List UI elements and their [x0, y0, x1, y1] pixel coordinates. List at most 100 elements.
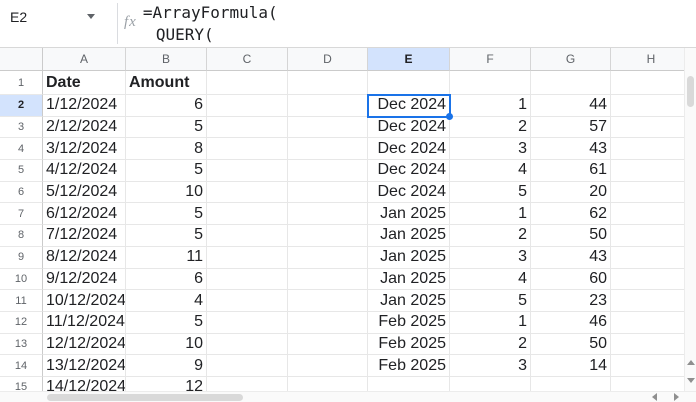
cell-H9[interactable]	[611, 246, 692, 269]
cell-H13[interactable]	[611, 333, 692, 356]
cell-D2[interactable]	[288, 95, 368, 117]
cell-B10[interactable]: 6	[126, 268, 207, 291]
cell-B11[interactable]: 4	[126, 290, 207, 312]
cell-G9[interactable]: 43	[531, 246, 611, 269]
row-header-4[interactable]: 4	[0, 138, 43, 161]
cell-B4[interactable]: 8	[126, 138, 207, 161]
cell-B14[interactable]: 9	[126, 355, 207, 377]
cell-G10[interactable]: 60	[531, 268, 611, 291]
cell-H12[interactable]	[611, 311, 692, 334]
cell-F12[interactable]: 1	[450, 311, 531, 334]
cell-C7[interactable]	[207, 203, 288, 226]
cell-E8[interactable]: Jan 2025	[368, 225, 450, 247]
row-header-5[interactable]: 5	[0, 160, 43, 182]
cell-D11[interactable]	[288, 290, 368, 312]
cell-C8[interactable]	[207, 225, 288, 247]
cell-F1[interactable]	[450, 71, 531, 95]
column-header-G[interactable]: G	[531, 48, 611, 71]
cell-E14[interactable]: Feb 2025	[368, 355, 450, 377]
cell-F3[interactable]: 2	[450, 116, 531, 139]
cell-G4[interactable]: 43	[531, 138, 611, 161]
cell-H7[interactable]	[611, 203, 692, 226]
cell-C12[interactable]	[207, 311, 288, 334]
cell-E9[interactable]: Jan 2025	[368, 246, 450, 269]
cell-A8[interactable]: 7/12/2024	[43, 225, 126, 247]
cell-E1[interactable]	[368, 71, 450, 95]
cell-H8[interactable]	[611, 225, 692, 247]
cell-C4[interactable]	[207, 138, 288, 161]
column-header-B[interactable]: B	[126, 48, 207, 71]
cell-A14[interactable]: 13/12/2024	[43, 355, 126, 377]
cell-D9[interactable]	[288, 246, 368, 269]
cell-G8[interactable]: 50	[531, 225, 611, 247]
cell-D7[interactable]	[288, 203, 368, 226]
column-header-E[interactable]: E	[368, 48, 450, 71]
cell-F6[interactable]: 5	[450, 181, 531, 204]
cell-A5[interactable]: 4/12/2024	[43, 160, 126, 182]
cell-A7[interactable]: 6/12/2024	[43, 203, 126, 226]
column-header-C[interactable]: C	[207, 48, 288, 71]
cell-B5[interactable]: 5	[126, 160, 207, 182]
scroll-left-icon[interactable]	[652, 393, 657, 401]
cell-G11[interactable]: 23	[531, 290, 611, 312]
fill-handle[interactable]	[446, 113, 453, 120]
cell-H3[interactable]	[611, 116, 692, 139]
cell-A9[interactable]: 8/12/2024	[43, 246, 126, 269]
row-header-7[interactable]: 7	[0, 203, 43, 226]
cell-E13[interactable]: Feb 2025	[368, 333, 450, 356]
row-header-13[interactable]: 13	[0, 333, 43, 356]
cell-B7[interactable]: 5	[126, 203, 207, 226]
cell-D5[interactable]	[288, 160, 368, 182]
cell-B13[interactable]: 10	[126, 333, 207, 356]
cell-D4[interactable]	[288, 138, 368, 161]
cell-D8[interactable]	[288, 225, 368, 247]
row-header-2[interactable]: 2	[0, 95, 43, 117]
cell-E11[interactable]: Jan 2025	[368, 290, 450, 312]
cell-F10[interactable]: 4	[450, 268, 531, 291]
scroll-down-icon[interactable]	[687, 378, 695, 383]
cell-H11[interactable]	[611, 290, 692, 312]
cell-B9[interactable]: 11	[126, 246, 207, 269]
cell-G2[interactable]: 44	[531, 95, 611, 117]
scroll-right-icon[interactable]	[674, 393, 679, 401]
cell-H1[interactable]	[611, 71, 692, 95]
cell-H6[interactable]	[611, 181, 692, 204]
cell-F4[interactable]: 3	[450, 138, 531, 161]
scroll-up-icon[interactable]	[687, 360, 695, 365]
cell-C6[interactable]	[207, 181, 288, 204]
row-header-14[interactable]: 14	[0, 355, 43, 377]
cell-D6[interactable]	[288, 181, 368, 204]
cell-D14[interactable]	[288, 355, 368, 377]
formula-input[interactable]: =ArrayFormula( QUERY(	[143, 0, 696, 47]
cell-E7[interactable]: Jan 2025	[368, 203, 450, 226]
cell-F14[interactable]: 3	[450, 355, 531, 377]
cell-F2[interactable]: 1	[450, 95, 531, 117]
cell-C9[interactable]	[207, 246, 288, 269]
cell-E6[interactable]: Dec 2024	[368, 181, 450, 204]
cell-A6[interactable]: 5/12/2024	[43, 181, 126, 204]
cell-F11[interactable]: 5	[450, 290, 531, 312]
cell-G7[interactable]: 62	[531, 203, 611, 226]
row-header-9[interactable]: 9	[0, 246, 43, 269]
vertical-scrollbar[interactable]	[684, 48, 696, 391]
name-box[interactable]: E2	[0, 0, 117, 47]
row-header-3[interactable]: 3	[0, 116, 43, 139]
cell-E5[interactable]: Dec 2024	[368, 160, 450, 182]
cell-H10[interactable]	[611, 268, 692, 291]
cell-G13[interactable]: 50	[531, 333, 611, 356]
cell-A11[interactable]: 10/12/2024	[43, 290, 126, 312]
row-header-8[interactable]: 8	[0, 225, 43, 247]
cell-H2[interactable]	[611, 95, 692, 117]
cell-A1[interactable]: Date	[43, 71, 126, 95]
row-header-10[interactable]: 10	[0, 268, 43, 291]
cell-C10[interactable]	[207, 268, 288, 291]
horizontal-scrollbar-thumb[interactable]	[47, 394, 243, 401]
cell-G5[interactable]: 61	[531, 160, 611, 182]
cell-G12[interactable]: 46	[531, 311, 611, 334]
vertical-scrollbar-thumb[interactable]	[687, 76, 694, 107]
cell-F9[interactable]: 3	[450, 246, 531, 269]
cell-G3[interactable]: 57	[531, 116, 611, 139]
cell-D3[interactable]	[288, 116, 368, 139]
cell-C14[interactable]	[207, 355, 288, 377]
cell-A10[interactable]: 9/12/2024	[43, 268, 126, 291]
